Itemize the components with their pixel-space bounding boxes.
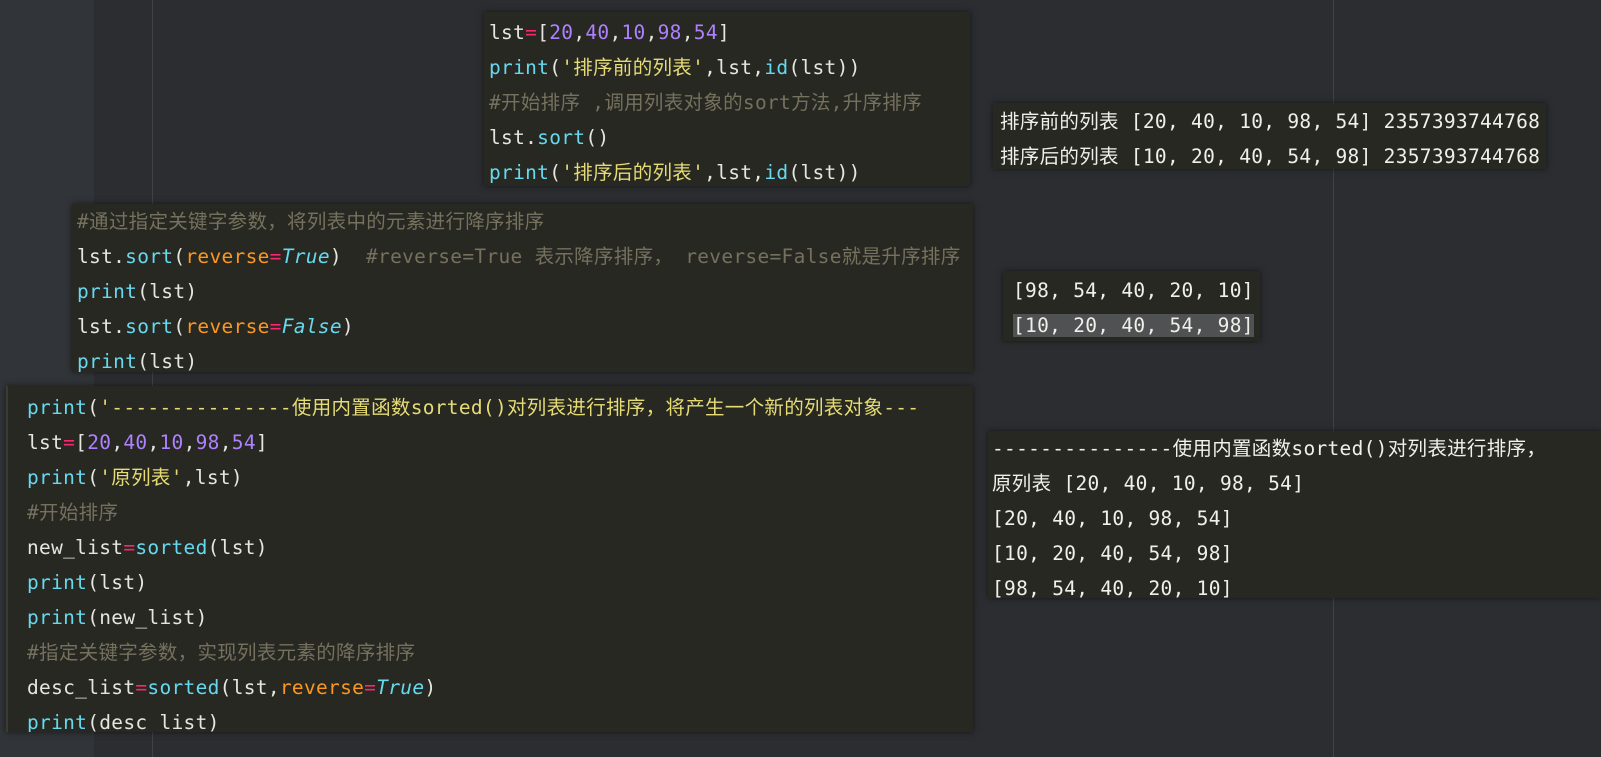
- code-line: lst.sort(): [489, 126, 610, 149]
- code-snippet-sort: lst=[20,40,10,98,54] print('排序前的列表',lst,…: [484, 12, 970, 186]
- output-line: [20, 40, 10, 98, 54]: [992, 507, 1233, 530]
- code-line: print(lst): [77, 350, 198, 372]
- code-snippet-reverse-sort: #通过指定关键字参数，将列表中的元素进行降序排序 lst.sort(revers…: [72, 204, 973, 372]
- code-line: print(lst): [27, 571, 148, 594]
- code-comment: #开始排序: [27, 501, 119, 524]
- code-line: print('排序前的列表',lst,id(lst)): [489, 56, 861, 79]
- console-output-sorted: ---------------使用内置函数sorted()对列表进行排序， 原列…: [988, 431, 1601, 598]
- console-output-sort: 排序前的列表 [20, 40, 10, 98, 54] 235739374476…: [993, 103, 1546, 169]
- code-line: print(new_list): [27, 606, 208, 629]
- code-snippet-sorted: print('---------------使用内置函数sorted()对列表进…: [6, 386, 973, 732]
- output-line: [98, 54, 40, 20, 10]: [992, 577, 1233, 598]
- code-line: print('原列表',lst): [27, 466, 243, 489]
- code-line: lst.sort(reverse=False): [77, 315, 354, 338]
- output-line: 原列表 [20, 40, 10, 98, 54]: [992, 472, 1305, 495]
- code-comment: #指定关键字参数，实现列表元素的降序排序: [27, 641, 416, 664]
- code-line: print('排序后的列表',lst,id(lst)): [489, 161, 861, 184]
- output-line: ---------------使用内置函数sorted()对列表进行排序，: [992, 437, 1547, 460]
- code-line: desc_list=sorted(lst,reverse=True): [27, 676, 437, 699]
- code-line: lst=[20,40,10,98,54]: [489, 21, 730, 44]
- code-line: lst.sort(reverse=True) #reverse=True 表示降…: [77, 245, 961, 268]
- output-line: 排序后的列表 [10, 20, 40, 54, 98] 235739374476…: [1000, 145, 1541, 168]
- code-line: new_list=sorted(lst): [27, 536, 268, 559]
- console-output-reverse-sort: [98, 54, 40, 20, 10] [10, 20, 40, 54, 98…: [1003, 271, 1260, 341]
- code-line: print(desc_list): [27, 711, 220, 732]
- output-line: [10, 20, 40, 54, 98]: [992, 542, 1233, 565]
- code-comment: #开始排序 ,调用列表对象的sort方法,升序排序: [489, 91, 922, 114]
- code-line: print(lst): [77, 280, 198, 303]
- output-line: 排序前的列表 [20, 40, 10, 98, 54] 235739374476…: [1000, 110, 1541, 133]
- output-line: [98, 54, 40, 20, 10]: [1013, 279, 1254, 302]
- selected-output-line[interactable]: [10, 20, 40, 54, 98]: [1013, 314, 1254, 337]
- code-comment: #通过指定关键字参数，将列表中的元素进行降序排序: [77, 210, 545, 233]
- code-line: lst=[20,40,10,98,54]: [27, 431, 268, 454]
- code-line: print('---------------使用内置函数sorted()对列表进…: [27, 396, 920, 419]
